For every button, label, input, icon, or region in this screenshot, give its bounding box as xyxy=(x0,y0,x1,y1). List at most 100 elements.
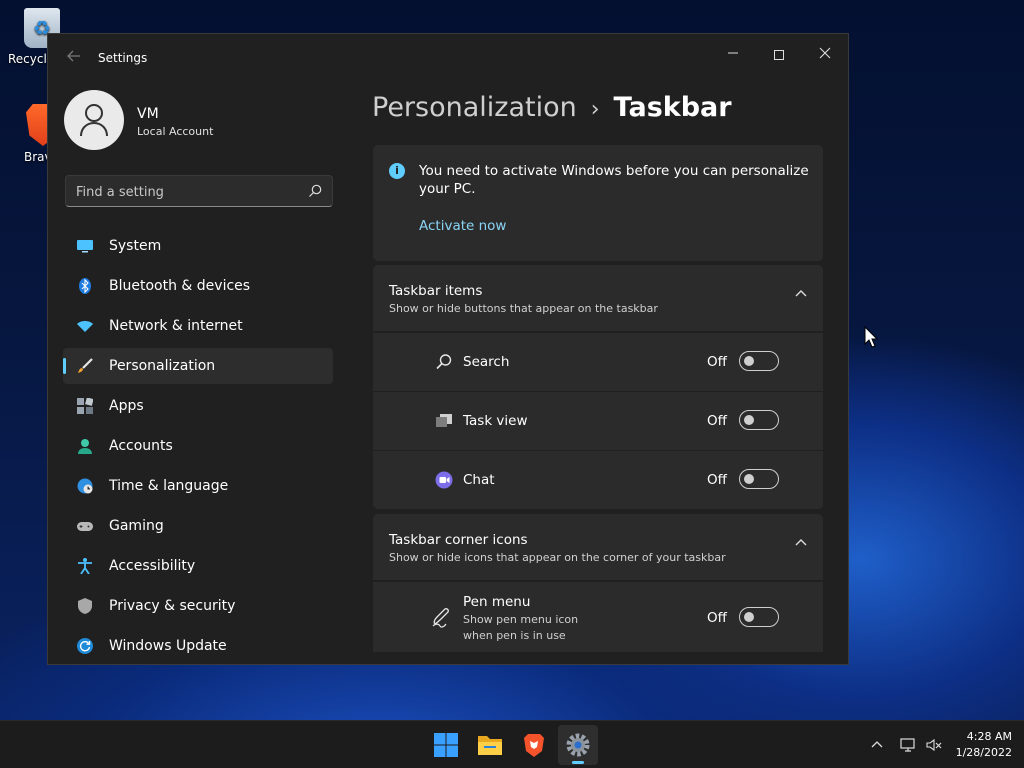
setting-row-search: Search Off xyxy=(373,333,823,391)
brave-icon xyxy=(524,734,544,757)
breadcrumb: Personalization › Taskbar xyxy=(372,92,732,123)
row-label: Chat xyxy=(463,472,495,488)
mouse-cursor-icon xyxy=(864,326,878,348)
sidebar-item-label: Apps xyxy=(109,398,144,414)
person-icon xyxy=(77,438,93,454)
sidebar-nav: System Bluetooth & devices Network & int… xyxy=(63,228,333,664)
sidebar-item-label: Bluetooth & devices xyxy=(109,278,251,294)
back-arrow-icon xyxy=(67,50,80,62)
maximize-icon xyxy=(774,50,784,60)
volume-muted-icon[interactable] xyxy=(925,737,943,753)
system-clock[interactable]: 4:28 AM 1/28/2022 xyxy=(950,729,1012,761)
sidebar-item-label: Privacy & security xyxy=(109,598,236,614)
avatar[interactable] xyxy=(64,90,124,150)
settings-window: Settings VM Local Account System Bluetoo… xyxy=(47,33,849,665)
title-bar[interactable]: Settings xyxy=(48,34,848,82)
sidebar-item-privacy-security[interactable]: Privacy & security xyxy=(63,588,333,624)
toggle-state: Off xyxy=(707,354,727,370)
sidebar-item-apps[interactable]: Apps xyxy=(63,388,333,424)
sidebar-item-label: Gaming xyxy=(109,518,164,534)
search-icon xyxy=(436,354,452,370)
gear-icon xyxy=(566,733,590,757)
search-toggle[interactable] xyxy=(739,351,779,371)
page-title: Taskbar xyxy=(613,92,732,123)
info-icon: i xyxy=(389,163,405,179)
activation-banner: i You need to activate Windows before yo… xyxy=(373,145,823,261)
breadcrumb-parent[interactable]: Personalization xyxy=(372,92,577,123)
sidebar-item-accounts[interactable]: Accounts xyxy=(63,428,333,464)
close-icon xyxy=(819,47,831,59)
setting-row-chat: Chat Off xyxy=(373,451,823,509)
sidebar-item-label: Time & language xyxy=(109,478,229,494)
sidebar-item-network[interactable]: Network & internet xyxy=(63,308,333,344)
sidebar-item-label: Network & internet xyxy=(109,318,243,334)
monitor-icon xyxy=(77,238,93,254)
breadcrumb-separator: › xyxy=(590,97,600,122)
accessibility-icon xyxy=(77,558,93,575)
row-label: Pen menu xyxy=(463,594,531,610)
toggle-state: Off xyxy=(707,472,727,488)
sidebar-item-label: Windows Update xyxy=(109,638,227,654)
toggle-state: Off xyxy=(707,413,727,429)
sidebar-item-label: System xyxy=(109,238,162,254)
wifi-icon xyxy=(77,318,93,334)
pen-icon xyxy=(432,608,449,628)
section-title: Taskbar items xyxy=(389,283,483,299)
shield-icon xyxy=(77,598,93,614)
section-subtitle: Show or hide icons that appear on the co… xyxy=(389,551,726,564)
user-icon xyxy=(80,104,108,137)
sidebar-item-gaming[interactable]: Gaming xyxy=(63,508,333,544)
update-icon xyxy=(77,638,93,654)
sidebar-item-windows-update[interactable]: Windows Update xyxy=(63,628,333,664)
row-label: Search xyxy=(463,354,510,370)
network-icon[interactable] xyxy=(899,737,917,753)
search-input[interactable] xyxy=(76,182,296,202)
sidebar-item-accessibility[interactable]: Accessibility xyxy=(63,548,333,584)
back-button[interactable] xyxy=(64,48,84,68)
settings-app-button[interactable] xyxy=(558,725,598,765)
taskbar-items-header[interactable]: Taskbar items Show or hide buttons that … xyxy=(373,265,823,331)
search-box[interactable] xyxy=(65,175,333,207)
brush-icon xyxy=(77,358,93,374)
task-view-toggle[interactable] xyxy=(739,410,779,430)
task-view-icon xyxy=(436,414,452,427)
close-button[interactable] xyxy=(802,40,848,70)
file-explorer-button[interactable] xyxy=(470,725,510,765)
bluetooth-icon xyxy=(77,278,93,294)
start-button[interactable] xyxy=(426,725,466,765)
sidebar-item-time-language[interactable]: Time & language xyxy=(63,468,333,504)
minimize-button[interactable] xyxy=(710,40,756,70)
maximize-button[interactable] xyxy=(756,40,802,70)
user-name: VM xyxy=(137,106,159,122)
window-title: Settings xyxy=(98,51,148,65)
sidebar-item-bluetooth[interactable]: Bluetooth & devices xyxy=(63,268,333,304)
section-subtitle: Show or hide buttons that appear on the … xyxy=(389,302,658,315)
taskbar-corner-icons-header[interactable]: Taskbar corner icons Show or hide icons … xyxy=(373,514,823,580)
minimize-icon xyxy=(728,52,738,54)
toggle-state: Off xyxy=(707,610,727,626)
setting-row-pen-menu: Pen menu Show pen menu icon when pen is … xyxy=(373,582,823,652)
row-description: Show pen menu icon xyxy=(463,613,579,626)
chevron-up-icon[interactable] xyxy=(795,289,807,297)
clock-time: 4:28 AM xyxy=(966,730,1012,743)
chat-toggle[interactable] xyxy=(739,469,779,489)
row-description: when pen is in use xyxy=(463,629,566,642)
sidebar-item-system[interactable]: System xyxy=(63,228,333,264)
activate-now-link[interactable]: Activate now xyxy=(419,218,506,234)
sidebar-item-label: Accessibility xyxy=(109,558,196,574)
setting-row-task-view: Task view Off xyxy=(373,392,823,450)
windows-logo-icon xyxy=(434,733,458,757)
account-type: Local Account xyxy=(137,125,214,138)
show-hidden-icons-chevron[interactable] xyxy=(870,737,884,751)
sidebar-item-personalization[interactable]: Personalization xyxy=(63,348,333,384)
activation-message: You need to activate Windows before you … xyxy=(419,163,809,197)
sidebar-item-label: Accounts xyxy=(109,438,173,454)
section-title: Taskbar corner icons xyxy=(389,532,528,548)
folder-icon xyxy=(478,736,502,755)
brave-browser-button[interactable] xyxy=(514,725,554,765)
clock-date: 1/28/2022 xyxy=(955,746,1012,759)
globe-clock-icon xyxy=(77,478,93,494)
search-icon[interactable] xyxy=(308,184,322,198)
chevron-up-icon[interactable] xyxy=(795,538,807,546)
pen-menu-toggle[interactable] xyxy=(739,607,779,627)
